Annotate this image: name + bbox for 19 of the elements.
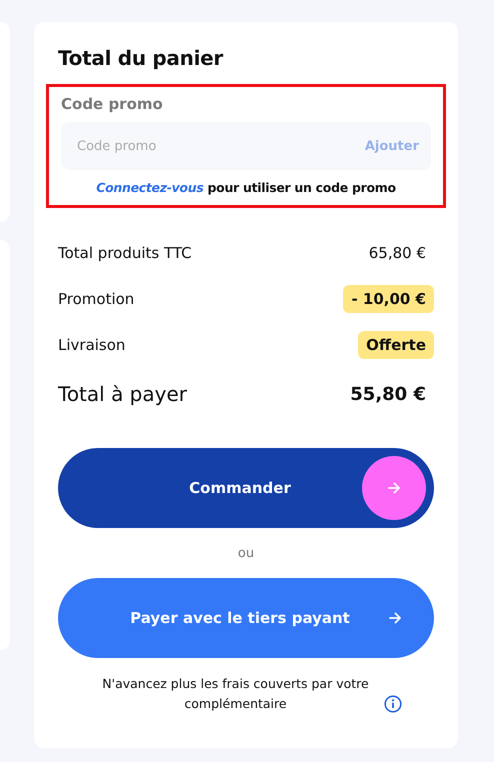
value-badge: - 10,00 € <box>343 285 434 313</box>
login-link[interactable]: Connectez-vous <box>96 180 204 195</box>
arrow-icon <box>388 611 402 625</box>
separator-text: ou <box>238 546 254 561</box>
total-value: 55,80 € <box>350 384 427 404</box>
value-badge: Offerte <box>358 331 434 359</box>
arrow-icon <box>387 481 401 495</box>
note-text: N'avancez plus les frais couverts par votre complémentaire <box>101 675 370 713</box>
summary-label: Livraison <box>58 336 126 354</box>
promo-label: Code promo <box>61 95 164 113</box>
tiers-payant-button[interactable]: Payer avec le tiers payant <box>58 578 434 658</box>
summary-label: Total produits TTC <box>58 244 192 262</box>
login-hint: Connectez-vous pour utiliser un code promo <box>95 180 397 195</box>
summary-label: Promotion <box>58 290 134 308</box>
card-title: Total du panier <box>58 46 224 70</box>
info-icon[interactable] <box>384 695 402 713</box>
total-label: Total à payer <box>58 382 187 406</box>
order-button[interactable]: Commander <box>58 448 434 528</box>
summary-value: 65,80 € <box>368 243 427 264</box>
